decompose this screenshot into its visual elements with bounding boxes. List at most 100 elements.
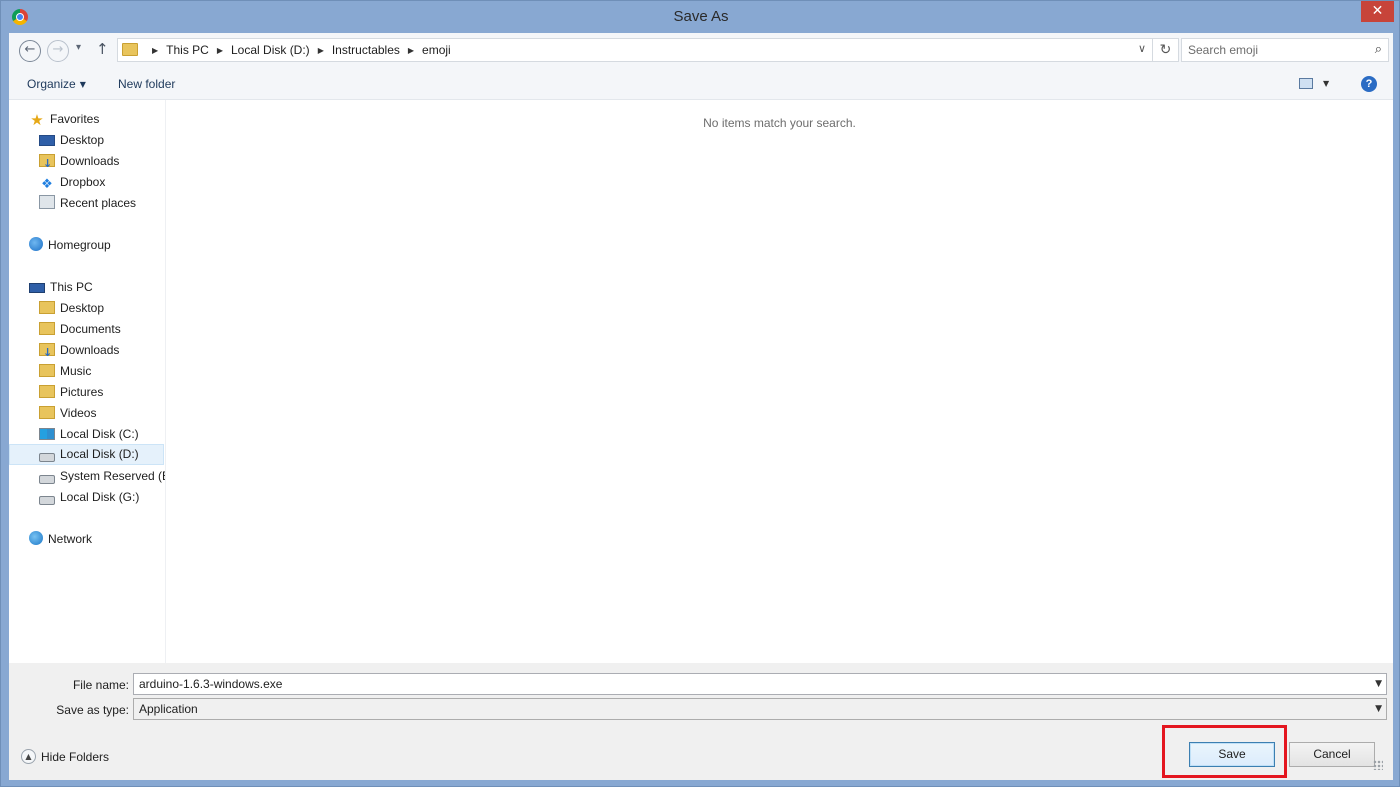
hide-folders-button[interactable]: ▲ Hide Folders: [21, 749, 109, 764]
folder-icon: [39, 322, 55, 335]
nav-favorites-dropbox[interactable]: ❖ Dropbox: [39, 172, 105, 193]
nav-item-label: Downloads: [60, 343, 120, 357]
breadcrumb-local-disk-d[interactable]: Local Disk (D:): [231, 43, 310, 57]
address-dropdown-icon[interactable]: ∨: [1138, 42, 1146, 55]
nav-this-pc-videos[interactable]: Videos: [39, 403, 96, 424]
nav-item-label: Local Disk (D:): [60, 447, 139, 461]
nav-item-label: Documents: [60, 322, 121, 336]
chevron-down-icon[interactable]: ▼: [1375, 674, 1382, 694]
organize-label: Organize: [27, 77, 76, 91]
nav-this-pc-local-disk-c[interactable]: Local Disk (C:): [39, 424, 139, 445]
breadcrumb-separator-icon[interactable]: ▶: [217, 46, 223, 55]
nav-favorites-desktop[interactable]: Desktop: [39, 130, 104, 151]
hide-folders-label: Hide Folders: [41, 749, 110, 764]
organize-button[interactable]: Organize ▼: [27, 77, 86, 91]
nav-item-label: Recent places: [60, 196, 137, 210]
music-folder-icon: [39, 364, 55, 377]
breadcrumb-separator-icon[interactable]: ▶: [408, 46, 414, 55]
nav-item-label: Desktop: [60, 133, 105, 147]
pictures-folder-icon: [39, 385, 55, 398]
search-input[interactable]: Search emoji ⌕: [1181, 38, 1389, 62]
chevron-down-icon: ▼: [79, 80, 86, 89]
nav-this-pc-label: This PC: [50, 280, 93, 294]
save-as-type-label: Save as type:: [56, 703, 129, 717]
save-as-dialog: Save As ✕ ← → ▾ ↑ ▶ This PC ▶ Local Disk…: [0, 0, 1400, 787]
nav-favorites-downloads[interactable]: Downloads: [39, 151, 119, 174]
nav-item-label: Local Disk (C:): [60, 427, 139, 441]
collapse-icon: ▲: [21, 749, 36, 764]
drive-icon: [39, 496, 55, 505]
chevron-down-icon[interactable]: ▼: [1375, 699, 1382, 719]
nav-this-pc-music[interactable]: Music: [39, 361, 91, 382]
search-placeholder: Search emoji: [1188, 43, 1259, 57]
breadcrumb-emoji[interactable]: emoji: [422, 43, 451, 57]
nav-network[interactable]: Network: [29, 529, 92, 550]
nav-favorites[interactable]: ★ Favorites: [29, 109, 99, 130]
network-icon: [29, 531, 43, 545]
breadcrumb-separator-icon[interactable]: ▶: [152, 46, 158, 55]
file-name-label: File name:: [72, 678, 129, 692]
breadcrumb-instructables[interactable]: Instructables: [332, 43, 400, 57]
nav-this-pc-pictures[interactable]: Pictures: [39, 382, 103, 403]
drive-icon: [39, 453, 55, 462]
nav-this-pc-desktop[interactable]: Desktop: [39, 298, 104, 319]
nav-this-pc-local-disk-g[interactable]: Local Disk (G:): [39, 487, 139, 508]
nav-item-label: Dropbox: [60, 175, 106, 189]
nav-this-pc-local-disk-d[interactable]: Local Disk (D:): [9, 444, 164, 465]
breadcrumb-this-pc[interactable]: This PC: [166, 43, 209, 57]
desktop-icon: [39, 135, 55, 146]
folder-icon: [39, 301, 55, 314]
nav-item-label: Local Disk (G:): [60, 490, 140, 504]
change-view-icon[interactable]: [1299, 78, 1313, 89]
nav-item-label: Music: [60, 364, 92, 378]
folder-icon: [122, 43, 138, 56]
nav-this-pc-downloads[interactable]: Downloads: [39, 340, 120, 363]
nav-favorites-recent-places[interactable]: Recent places: [39, 193, 136, 214]
view-options-chevron-icon[interactable]: ▼: [1323, 79, 1329, 88]
nav-item-label: Desktop: [60, 301, 105, 315]
drive-icon: [39, 475, 55, 484]
help-icon[interactable]: ?: [1361, 76, 1377, 92]
forward-button[interactable]: →: [47, 40, 69, 62]
save-highlight-annotation: [1162, 725, 1287, 778]
dropbox-icon: ❖: [41, 177, 53, 192]
resize-grip[interactable]: [1373, 760, 1383, 770]
empty-message: No items match your search.: [703, 116, 856, 130]
downloads-folder-icon: [39, 153, 55, 174]
nav-item-label: Videos: [60, 406, 97, 420]
nav-this-pc-documents[interactable]: Documents: [39, 319, 121, 340]
breadcrumb: ▶ This PC ▶ Local Disk (D:) ▶ Instructab…: [144, 39, 451, 61]
nav-this-pc-system-reserved-e[interactable]: System Reserved (E:): [39, 466, 166, 487]
address-bar[interactable]: ▶ This PC ▶ Local Disk (D:) ▶ Instructab…: [117, 38, 1179, 62]
address-row: ← → ▾ ↑ ▶ This PC ▶ Local Disk (D:) ▶ In…: [9, 33, 1393, 69]
file-name-value: arduino-1.6.3-windows.exe: [139, 677, 283, 691]
nav-this-pc[interactable]: This PC: [29, 277, 93, 298]
star-icon: ★: [30, 111, 44, 129]
windows-drive-icon: [39, 428, 55, 440]
downloads-folder-icon: [39, 342, 55, 363]
nav-homegroup[interactable]: Homegroup: [29, 235, 111, 256]
back-button[interactable]: ←: [19, 40, 41, 62]
recent-places-icon: [39, 195, 55, 209]
command-bar: Organize ▼ New folder ▼ ?: [9, 69, 1393, 100]
breadcrumb-separator-icon[interactable]: ▶: [318, 46, 324, 55]
nav-item-label: Pictures: [60, 385, 104, 399]
cancel-button[interactable]: Cancel: [1289, 742, 1375, 767]
nav-favorites-label: Favorites: [50, 112, 100, 126]
navigation-pane: ★ Favorites Desktop Downloads ❖ Dropbox Re…: [9, 100, 166, 663]
title-bar: Save As ✕: [1, 1, 1400, 33]
close-button[interactable]: ✕: [1361, 1, 1394, 22]
file-list[interactable]: No items match your search.: [166, 100, 1393, 663]
videos-folder-icon: [39, 406, 55, 419]
new-folder-button[interactable]: New folder: [118, 77, 175, 91]
file-name-field[interactable]: arduino-1.6.3-windows.exe ▼: [133, 673, 1387, 695]
search-icon[interactable]: ⌕: [1375, 39, 1382, 61]
computer-icon: [29, 283, 45, 293]
window-title: Save As: [673, 8, 729, 25]
refresh-icon[interactable]: ↻: [1152, 39, 1178, 61]
save-as-type-select[interactable]: Application ▼: [133, 698, 1387, 720]
recent-locations-button[interactable]: ▾: [76, 42, 81, 53]
nav-item-label: System Reserved (E:): [60, 469, 166, 483]
nav-homegroup-label: Homegroup: [48, 238, 111, 252]
up-button[interactable]: ↑: [96, 40, 109, 58]
